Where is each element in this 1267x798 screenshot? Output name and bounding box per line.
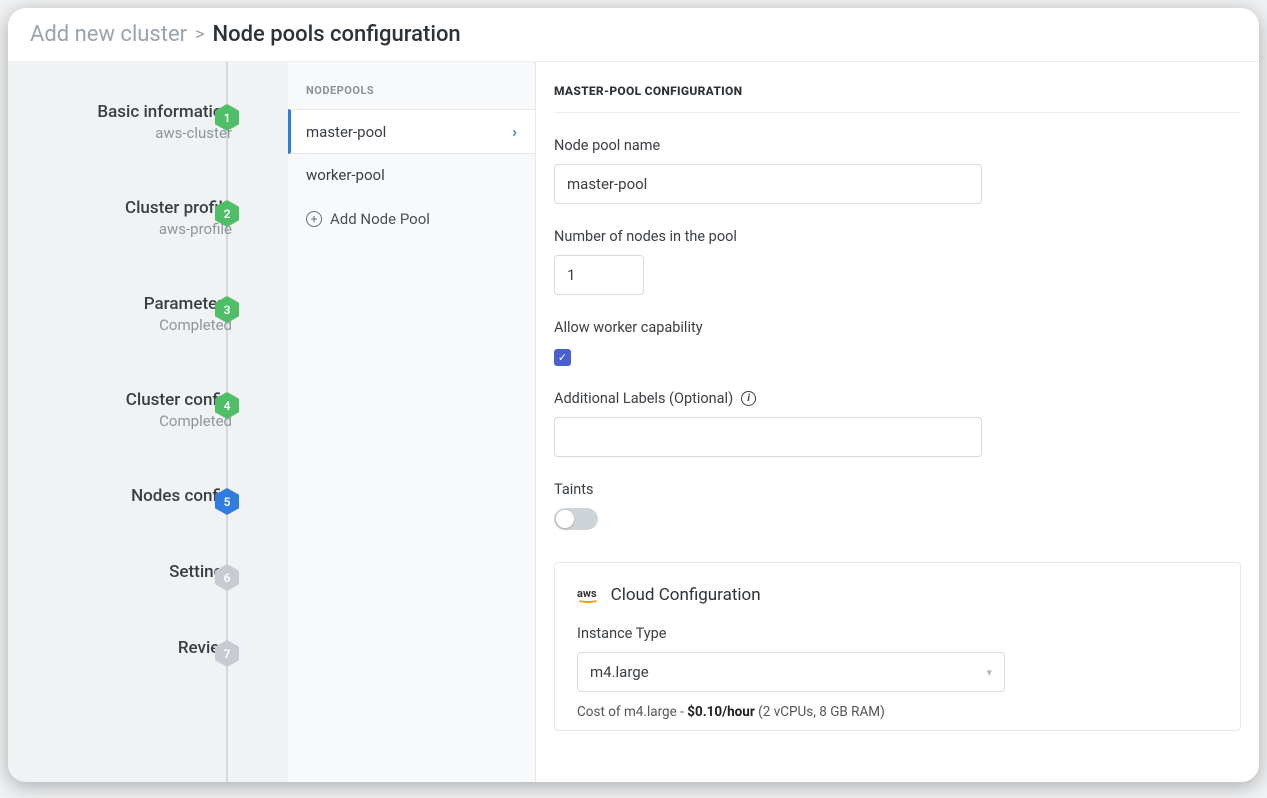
field-pool-name: Node pool name — [554, 137, 1241, 204]
taints-toggle[interactable] — [554, 508, 598, 530]
breadcrumb-separator: > — [195, 24, 204, 45]
node-count-input[interactable] — [554, 255, 644, 295]
nodepool-item-worker[interactable]: worker-pool — [288, 154, 535, 196]
nodepool-item-label: master-pool — [306, 123, 386, 141]
pool-name-input[interactable] — [554, 164, 982, 204]
additional-labels-input[interactable] — [554, 417, 982, 457]
chevron-down-icon: ▾ — [986, 666, 992, 679]
cost-suffix: (2 vCPUs, 8 GB RAM) — [755, 704, 885, 720]
config-panel-title: MASTER-POOL CONFIGURATION — [554, 62, 1241, 113]
field-node-count: Number of nodes in the pool — [554, 228, 1241, 295]
taints-label: Taints — [554, 481, 1241, 498]
nodepool-item-master[interactable]: master-pool › — [288, 109, 535, 154]
step-basic-information[interactable]: Basic information aws-cluster 1 — [8, 102, 288, 142]
cost-value: $0.10/hour — [687, 704, 755, 720]
step-title: Basic information — [97, 102, 232, 122]
additional-labels-label: Additional Labels (Optional) — [554, 390, 733, 407]
worker-capability-checkbox[interactable]: ✓ — [554, 349, 571, 366]
wizard-stepper: Basic information aws-cluster 1 Cluster … — [8, 62, 288, 782]
field-taints: Taints — [554, 481, 1241, 530]
chevron-right-icon: › — [512, 122, 517, 141]
instance-type-select[interactable]: m4.large ▾ — [577, 652, 1005, 692]
step-subtitle: Completed — [126, 412, 232, 430]
step-cluster-config[interactable]: Cluster config Completed 4 — [8, 390, 288, 430]
main-body: Basic information aws-cluster 1 Cluster … — [8, 62, 1259, 782]
cost-prefix: Cost of m4.large - — [577, 704, 687, 720]
nodepool-item-label: worker-pool — [306, 166, 385, 184]
breadcrumb-current: Node pools configuration — [213, 22, 461, 47]
step-review[interactable]: Review 7 — [8, 638, 288, 658]
add-nodepool-button[interactable]: + Add Node Pool — [288, 196, 535, 242]
step-subtitle: aws-cluster — [97, 124, 232, 142]
field-additional-labels: Additional Labels (Optional) i — [554, 390, 1241, 457]
pool-name-label: Node pool name — [554, 137, 1241, 154]
cloud-config-header: Cloud Configuration — [611, 585, 761, 605]
app-window: Add new cluster > Node pools configurati… — [8, 8, 1259, 782]
worker-capability-label: Allow worker capability — [554, 319, 1241, 336]
nodepool-list: NODEPOOLS master-pool › worker-pool + Ad… — [288, 62, 536, 782]
breadcrumb-parent[interactable]: Add new cluster — [30, 22, 187, 47]
aws-provider-icon: aws — [577, 587, 597, 603]
field-instance-type: Instance Type m4.large ▾ Cost of m4.larg… — [577, 625, 1218, 720]
instance-cost-line: Cost of m4.large - $0.10/hour (2 vCPUs, … — [577, 704, 1218, 720]
info-icon[interactable]: i — [741, 391, 756, 406]
instance-type-value: m4.large — [590, 663, 649, 681]
plus-circle-icon: + — [306, 211, 322, 227]
step-subtitle: Completed — [144, 316, 232, 334]
node-count-label: Number of nodes in the pool — [554, 228, 1241, 245]
nodepool-list-header: NODEPOOLS — [288, 62, 535, 109]
toggle-knob — [556, 510, 574, 528]
cloud-config-section: aws Cloud Configuration Instance Type m4… — [554, 562, 1241, 731]
step-cluster-profile[interactable]: Cluster profile aws-profile 2 — [8, 198, 288, 238]
breadcrumb: Add new cluster > Node pools configurati… — [8, 8, 1259, 62]
config-panel: MASTER-POOL CONFIGURATION Node pool name… — [536, 62, 1259, 782]
step-settings[interactable]: Settings 6 — [8, 562, 288, 582]
add-nodepool-label: Add Node Pool — [330, 210, 430, 228]
step-nodes-config[interactable]: Nodes config 5 — [8, 486, 288, 506]
field-worker-capability: Allow worker capability ✓ — [554, 319, 1241, 366]
instance-type-label: Instance Type — [577, 625, 1218, 642]
step-subtitle: aws-profile — [125, 220, 232, 238]
step-parameters[interactable]: Parameters Completed 3 — [8, 294, 288, 334]
